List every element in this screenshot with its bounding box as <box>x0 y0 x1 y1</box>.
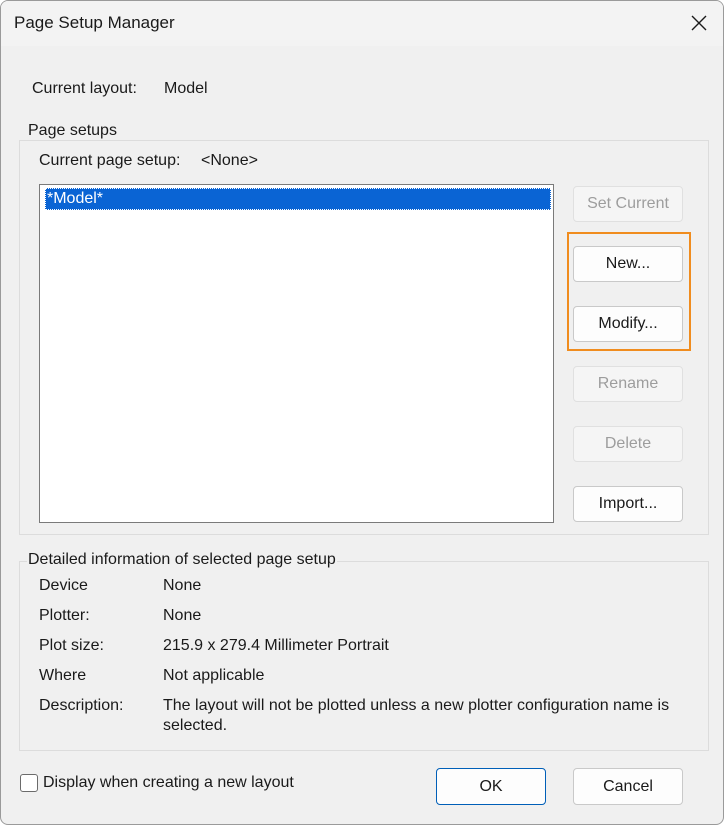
page-setups-list[interactable]: *Model* <box>39 184 554 523</box>
current-layout-label: Current layout: <box>32 80 137 97</box>
plotter-value: None <box>163 607 202 624</box>
rename-button[interactable]: Rename <box>573 366 683 402</box>
dialog-title: Page Setup Manager <box>14 13 175 32</box>
where-label: Where <box>39 667 87 684</box>
list-item[interactable]: *Model* <box>45 188 551 210</box>
device-value: None <box>163 577 202 594</box>
plotter-label: Plotter: <box>39 607 90 624</box>
close-icon <box>691 15 707 31</box>
details-group-title: Detailed information of selected page se… <box>27 551 337 569</box>
modify-button[interactable]: Modify... <box>573 306 683 342</box>
close-button[interactable] <box>675 1 723 46</box>
set-current-button[interactable]: Set Current <box>573 186 683 222</box>
description-line-1: The layout will not be plotted unless a … <box>163 697 670 714</box>
display-on-new-layout-label[interactable]: Display when creating a new layout <box>43 774 294 792</box>
description-line-2: selected. <box>163 717 228 734</box>
page-setup-manager-dialog: Page Setup Manager Current layout: Model… <box>0 0 724 825</box>
display-on-new-layout-checkbox[interactable] <box>20 774 38 792</box>
import-button[interactable]: Import... <box>573 486 683 522</box>
plot-size-label: Plot size: <box>39 637 104 654</box>
cancel-button[interactable]: Cancel <box>573 768 683 805</box>
new-button[interactable]: New... <box>573 246 683 282</box>
page-setups-group-title: Page setups <box>27 122 118 140</box>
details-group <box>19 561 709 751</box>
ok-button[interactable]: OK <box>436 768 546 805</box>
device-label: Device <box>39 577 88 594</box>
current-layout-value: Model <box>164 80 208 97</box>
current-page-setup-value: <None> <box>201 152 258 169</box>
current-page-setup-label: Current page setup: <box>39 152 181 169</box>
plot-size-value: 215.9 x 279.4 Millimeter Portrait <box>163 637 389 654</box>
title-bar: Page Setup Manager <box>1 1 723 46</box>
delete-button[interactable]: Delete <box>573 426 683 462</box>
where-value: Not applicable <box>163 667 265 684</box>
description-label: Description: <box>39 697 124 714</box>
